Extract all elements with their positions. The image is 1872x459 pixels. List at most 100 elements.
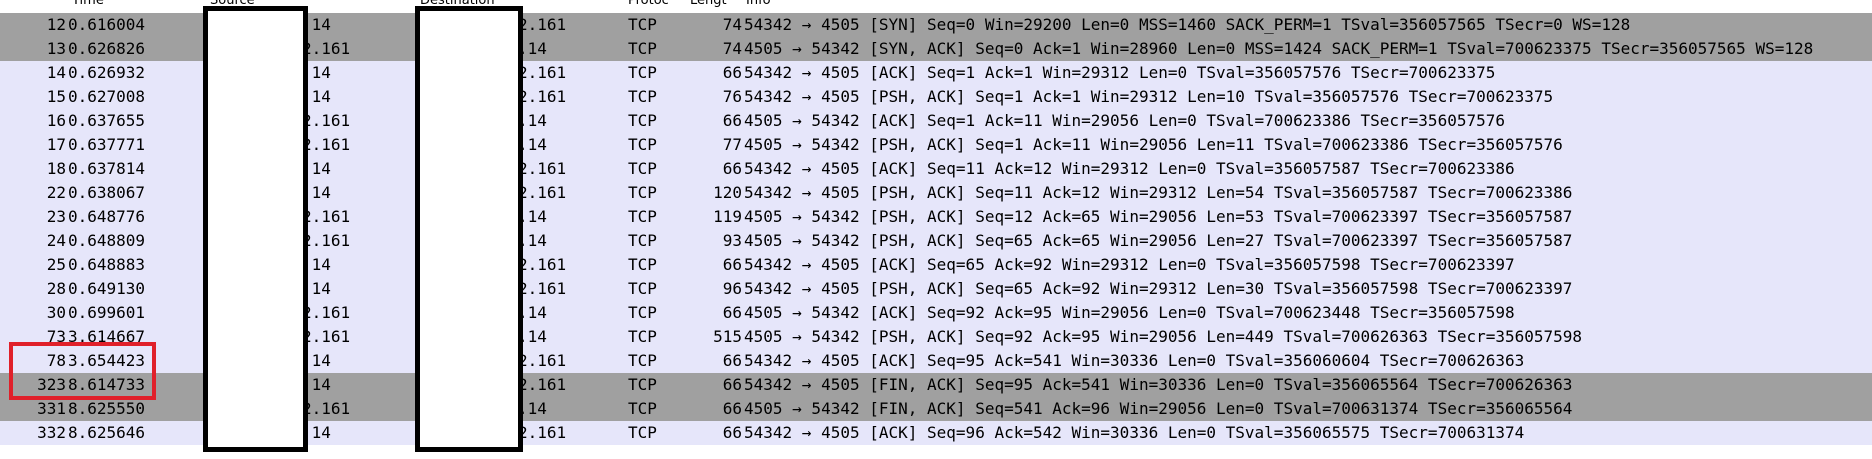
packet-protocol: TCP	[628, 207, 657, 226]
packet-source: 2.161	[302, 111, 351, 130]
packet-length: 66	[722, 423, 742, 442]
packet-number: 331	[37, 399, 66, 418]
packet-protocol: TCP	[628, 255, 657, 274]
packet-protocol: TCP	[628, 63, 657, 82]
packet-destination: 2.161	[518, 279, 567, 298]
packet-info: 4505 → 54342 [PSH, ACK] Seq=65 Ack=65 Wi…	[744, 231, 1573, 250]
packet-time: 0.648776	[68, 207, 146, 226]
packet-protocol: TCP	[628, 15, 657, 34]
packet-number: 23	[46, 207, 66, 226]
packet-time: 0.616004	[68, 15, 146, 34]
packet-protocol: TCP	[628, 183, 657, 202]
packet-number: 28	[46, 279, 66, 298]
packet-destination: 2.161	[518, 375, 567, 394]
packet-protocol: TCP	[628, 303, 657, 322]
packet-protocol: TCP	[628, 399, 657, 418]
packet-number: 332	[37, 423, 66, 442]
packet-length: 93	[722, 231, 742, 250]
packet-info: 54342 → 4505 [ACK] Seq=95 Ack=541 Win=30…	[744, 351, 1525, 370]
packet-destination: 2.161	[518, 159, 567, 178]
packet-info: 54342 → 4505 [FIN, ACK] Seq=95 Ack=541 W…	[744, 375, 1573, 394]
packet-info: 4505 → 54342 [PSH, ACK] Seq=92 Ack=95 Wi…	[744, 327, 1583, 346]
column-header-time[interactable]: Time	[72, 0, 104, 8]
packet-info: 54342 → 4505 [SYN] Seq=0 Win=29200 Len=0…	[744, 15, 1631, 34]
packet-length: 66	[722, 375, 742, 394]
highlight-box	[9, 342, 156, 400]
packet-number: 22	[46, 183, 66, 202]
packet-protocol: TCP	[628, 279, 657, 298]
packet-info: 54342 → 4505 [ACK] Seq=96 Ack=542 Win=30…	[744, 423, 1525, 442]
packet-protocol: TCP	[628, 39, 657, 58]
packet-time: 0.638067	[68, 183, 146, 202]
packet-destination: 2.161	[518, 423, 567, 442]
packet-info: 54342 → 4505 [PSH, ACK] Seq=11 Ack=12 Wi…	[744, 183, 1573, 202]
packet-destination: 2.161	[518, 63, 567, 82]
packet-info: 4505 → 54342 [FIN, ACK] Seq=541 Ack=96 W…	[744, 399, 1573, 418]
packet-source: 2.161	[302, 303, 351, 322]
packet-protocol: TCP	[628, 111, 657, 130]
packet-time: 0.648883	[68, 255, 146, 274]
packet-protocol: TCP	[628, 231, 657, 250]
packet-protocol: TCP	[628, 87, 657, 106]
packet-time: 0.627008	[68, 87, 146, 106]
packet-protocol: TCP	[628, 159, 657, 178]
packet-time: 0.637814	[68, 159, 146, 178]
packet-time: 0.626932	[68, 63, 146, 82]
packet-time: 0.649130	[68, 279, 146, 298]
packet-length: 120	[713, 183, 742, 202]
packet-info: 4505 → 54342 [ACK] Seq=92 Ack=95 Win=290…	[744, 303, 1515, 322]
packet-length: 66	[722, 351, 742, 370]
packet-source: 2.161	[302, 39, 351, 58]
column-header-protocol[interactable]: Protoc	[628, 0, 669, 8]
packet-length: 66	[722, 63, 742, 82]
packet-protocol: TCP	[628, 135, 657, 154]
packet-length: 66	[722, 255, 742, 274]
packet-source: 2.161	[302, 231, 351, 250]
packet-info: 4505 → 54342 [ACK] Seq=1 Ack=11 Win=2905…	[744, 111, 1505, 130]
packet-destination: 2.161	[518, 351, 567, 370]
packet-length: 74	[722, 39, 742, 58]
packet-destination: 2.161	[518, 15, 567, 34]
packet-time: 0.699601	[68, 303, 146, 322]
packet-source: 2.161	[302, 207, 351, 226]
packet-number: 15	[46, 87, 66, 106]
packet-info: 54342 → 4505 [ACK] Seq=1 Ack=1 Win=29312…	[744, 63, 1496, 82]
packet-number: 18	[46, 159, 66, 178]
packet-protocol: TCP	[628, 375, 657, 394]
packet-info: 54342 → 4505 [ACK] Seq=11 Ack=12 Win=293…	[744, 159, 1515, 178]
packet-length: 77	[722, 135, 742, 154]
packet-info: 4505 → 54342 [PSH, ACK] Seq=1 Ack=11 Win…	[744, 135, 1563, 154]
packet-length: 66	[722, 399, 742, 418]
column-header-info[interactable]: Info	[746, 0, 771, 8]
packet-number: 13	[46, 39, 66, 58]
packet-number: 17	[46, 135, 66, 154]
column-header-length[interactable]: Lengt	[690, 0, 727, 8]
packet-length: 74	[722, 15, 742, 34]
packet-length: 66	[722, 159, 742, 178]
packet-length: 515	[713, 327, 742, 346]
packet-info: 54342 → 4505 [ACK] Seq=65 Ack=92 Win=293…	[744, 255, 1515, 274]
packet-source: 2.161	[302, 135, 351, 154]
packet-destination: 2.161	[518, 87, 567, 106]
packet-time: 8.625550	[68, 399, 146, 418]
packet-info: 4505 → 54342 [SYN, ACK] Seq=0 Ack=1 Win=…	[744, 39, 1814, 58]
source-redaction-box	[203, 6, 308, 452]
packet-info: 4505 → 54342 [PSH, ACK] Seq=12 Ack=65 Wi…	[744, 207, 1573, 226]
packet-protocol: TCP	[628, 327, 657, 346]
packet-info: 54342 → 4505 [PSH, ACK] Seq=1 Ack=1 Win=…	[744, 87, 1554, 106]
packet-destination: 2.161	[518, 183, 567, 202]
packet-time: 8.625646	[68, 423, 146, 442]
packet-length: 119	[713, 207, 742, 226]
packet-number: 30	[46, 303, 66, 322]
packet-length: 66	[722, 111, 742, 130]
packet-protocol: TCP	[628, 351, 657, 370]
packet-source: 2.161	[302, 327, 351, 346]
packet-time: 0.626826	[68, 39, 146, 58]
packet-number: 14	[46, 63, 66, 82]
packet-number: 24	[46, 231, 66, 250]
packet-destination: 2.161	[518, 255, 567, 274]
packet-number: 25	[46, 255, 66, 274]
packet-time: 0.637771	[68, 135, 146, 154]
packet-length: 76	[722, 87, 742, 106]
packet-source: 2.161	[302, 399, 351, 418]
